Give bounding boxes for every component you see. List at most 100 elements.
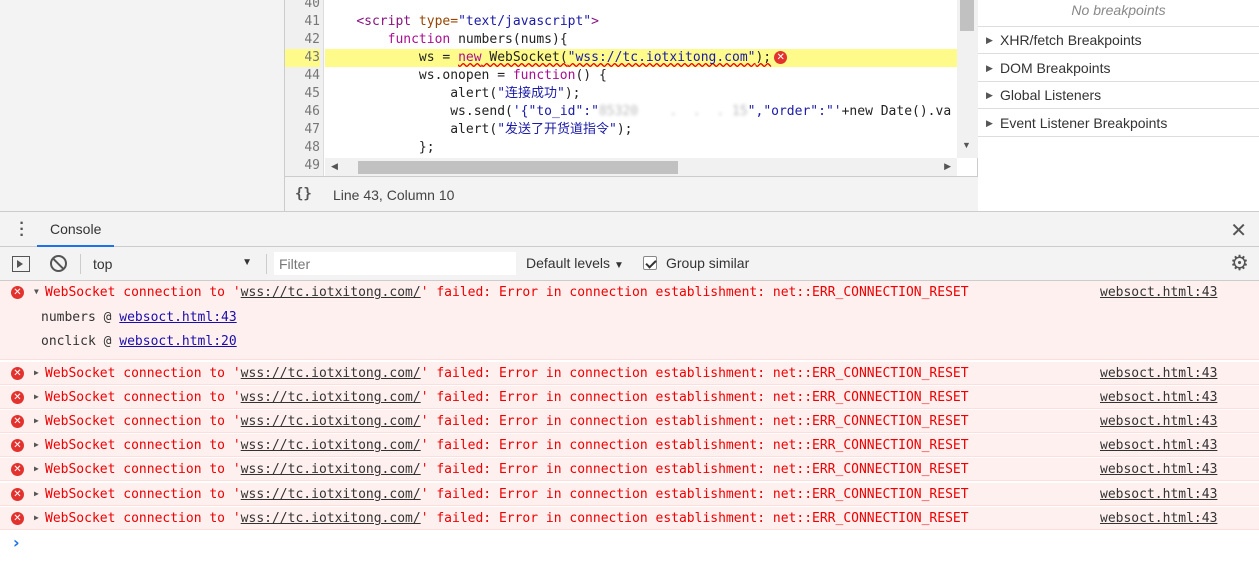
line-number[interactable]: 46	[285, 103, 320, 121]
line-number[interactable]: 44	[285, 67, 320, 85]
vertical-scrollbar[interactable]: ▼	[957, 0, 978, 158]
scroll-left-arrow-icon[interactable]: ◀	[331, 161, 338, 172]
code-token: );	[755, 50, 772, 65]
triangle-right-icon[interactable]: ▶	[34, 392, 39, 401]
error-suffix: ' failed: Error in connection establishm…	[420, 285, 969, 300]
triangle-right-icon[interactable]: ▶	[34, 440, 39, 449]
console-error-row[interactable]: ✕ ▶ WebSocket connection to 'wss://tc.io…	[0, 434, 1259, 457]
triangle-right-icon[interactable]: ▶	[34, 416, 39, 425]
line-number[interactable]: 40	[285, 0, 320, 13]
line-number[interactable]: 48	[285, 139, 320, 157]
triangle-right-icon: ▶	[986, 35, 993, 45]
console-error-row[interactable]: ✕ ▶ WebSocket connection to 'wss://tc.io…	[0, 410, 1259, 433]
source-link[interactable]: websoct.html:43	[1100, 365, 1217, 383]
error-prefix: WebSocket connection to '	[45, 511, 241, 526]
more-vert-icon[interactable]: · · ·	[17, 216, 27, 244]
line-number[interactable]: 42	[285, 31, 320, 49]
error-suffix: ' failed: Error in connection establishm…	[420, 390, 969, 405]
triangle-right-icon[interactable]: ▶	[34, 513, 39, 522]
error-url[interactable]: wss://tc.iotxitong.com/	[241, 462, 421, 477]
source-link[interactable]: websoct.html:43	[1100, 461, 1217, 479]
horizontal-scroll-thumb[interactable]	[358, 161, 678, 174]
close-icon[interactable]: ✕	[1230, 218, 1247, 243]
sidebar-toggle-icon[interactable]	[12, 256, 30, 272]
section-event-listener-breakpoints[interactable]: ▶ Event Listener Breakpoints	[978, 110, 1259, 137]
code-token: +new Date().va	[841, 104, 952, 119]
stack-link[interactable]: websoct.html:43	[119, 310, 236, 325]
source-editor[interactable]: 40 41 42 43 44 45 46 47 48 49 <script ty…	[285, 0, 978, 211]
console-error-row[interactable]: ✕ ▶ WebSocket connection to 'wss://tc.io…	[0, 386, 1259, 409]
code-line-43-highlighted: ws = new WebSocket("wss://tc.iotxitong.c…	[325, 49, 957, 67]
dropdown-arrow-icon: ▼	[614, 260, 624, 271]
error-url[interactable]: wss://tc.iotxitong.com/	[241, 366, 421, 381]
section-xhr-breakpoints[interactable]: ▶ XHR/fetch Breakpoints	[978, 27, 1259, 54]
error-prefix: WebSocket connection to '	[45, 462, 241, 477]
group-similar-checkbox[interactable]	[643, 256, 657, 270]
code-token: >	[591, 14, 599, 29]
tab-console[interactable]: Console	[37, 212, 115, 247]
error-url[interactable]: wss://tc.iotxitong.com/	[241, 414, 421, 429]
source-link[interactable]: websoct.html:43	[1100, 389, 1217, 407]
stack-link[interactable]: websoct.html:20	[119, 334, 236, 349]
error-url[interactable]: wss://tc.iotxitong.com/	[241, 390, 421, 405]
filter-input[interactable]	[274, 252, 516, 275]
section-label: Global Listeners	[1000, 87, 1102, 103]
code-token: ","order":"'	[747, 104, 842, 119]
code-token: numbers(nums){	[450, 32, 568, 47]
triangle-right-icon[interactable]: ▶	[34, 464, 39, 473]
source-link[interactable]: websoct.html:43	[1100, 486, 1217, 504]
error-url[interactable]: wss://tc.iotxitong.com/	[241, 511, 421, 526]
line-number-current[interactable]: 43	[285, 49, 320, 67]
console-error-expanded[interactable]: ✕ ▼ WebSocket connection to 'wss://tc.io…	[0, 281, 1259, 360]
error-url[interactable]: wss://tc.iotxitong.com/	[241, 285, 421, 300]
triangle-down-icon[interactable]: ▼	[34, 287, 39, 296]
triangle-right-icon[interactable]: ▶	[34, 489, 39, 498]
clear-console-icon[interactable]	[50, 255, 67, 272]
x-circle-icon[interactable]: ✕	[774, 51, 788, 64]
debugger-sidebar: No breakpoints ▶ XHR/fetch Breakpoints ▶…	[978, 0, 1259, 211]
log-levels-dropdown[interactable]: Default levels ▼	[526, 255, 624, 271]
scroll-right-arrow-icon[interactable]: ▶	[944, 161, 951, 172]
no-breakpoints-text: No breakpoints	[978, 0, 1259, 27]
console-error-row[interactable]: ✕ ▶ WebSocket connection to 'wss://tc.io…	[0, 483, 1259, 506]
line-number[interactable]: 47	[285, 121, 320, 139]
section-global-listeners[interactable]: ▶ Global Listeners	[978, 82, 1259, 109]
line-number[interactable]: 41	[285, 13, 320, 31]
code-line-44: ws.onopen = function() {	[325, 67, 957, 85]
error-prefix: WebSocket connection to '	[45, 487, 241, 502]
triangle-right-icon[interactable]: ▶	[34, 368, 39, 377]
horizontal-scrollbar[interactable]: ◀ ▶	[325, 158, 957, 176]
group-similar-label[interactable]: Group similar	[666, 255, 749, 271]
scroll-down-arrow-icon[interactable]: ▼	[962, 140, 971, 150]
error-url[interactable]: wss://tc.iotxitong.com/	[241, 487, 421, 502]
error-suffix: ' failed: Error in connection establishm…	[420, 511, 969, 526]
context-selector[interactable]: top ▼	[85, 251, 260, 277]
code-token: () {	[575, 68, 607, 83]
error-suffix: ' failed: Error in connection establishm…	[420, 438, 969, 453]
console-error-row[interactable]: ✕ ▶ WebSocket connection to 'wss://tc.io…	[0, 507, 1259, 530]
source-link[interactable]: websoct.html:43	[1100, 284, 1217, 302]
line-number[interactable]: 45	[285, 85, 320, 103]
source-link[interactable]: websoct.html:43	[1100, 510, 1217, 528]
gear-icon[interactable]: ⚙	[1230, 251, 1249, 276]
dropdown-arrow-icon: ▼	[242, 257, 252, 268]
console-error-row[interactable]: ✕ ▶ WebSocket connection to 'wss://tc.io…	[0, 362, 1259, 385]
line-number[interactable]: 49	[285, 157, 320, 175]
console-error-row[interactable]: ✕ ▶ WebSocket connection to 'wss://tc.io…	[0, 458, 1259, 481]
x-circle-icon: ✕	[11, 463, 24, 476]
error-url[interactable]: wss://tc.iotxitong.com/	[241, 438, 421, 453]
vertical-scroll-thumb[interactable]	[960, 0, 974, 31]
code-token: );	[564, 86, 581, 101]
code-area[interactable]: <script type="text/javascript"> function…	[325, 0, 957, 158]
code-token: );	[616, 122, 633, 137]
source-link[interactable]: websoct.html:43	[1100, 413, 1217, 431]
section-dom-breakpoints[interactable]: ▶ DOM Breakpoints	[978, 55, 1259, 82]
triangle-right-icon: ▶	[986, 90, 993, 100]
line-number-gutter[interactable]: 40 41 42 43 44 45 46 47 48 49	[285, 0, 324, 176]
pretty-print-icon[interactable]: {}	[295, 186, 312, 202]
cursor-position: Line 43, Column 10	[333, 187, 455, 203]
source-link[interactable]: websoct.html:43	[1100, 437, 1217, 455]
toolbar-divider	[80, 254, 81, 274]
console-prompt[interactable]: ›	[13, 533, 20, 552]
code-token: "wss://tc.iotxitong.com"	[567, 50, 756, 65]
